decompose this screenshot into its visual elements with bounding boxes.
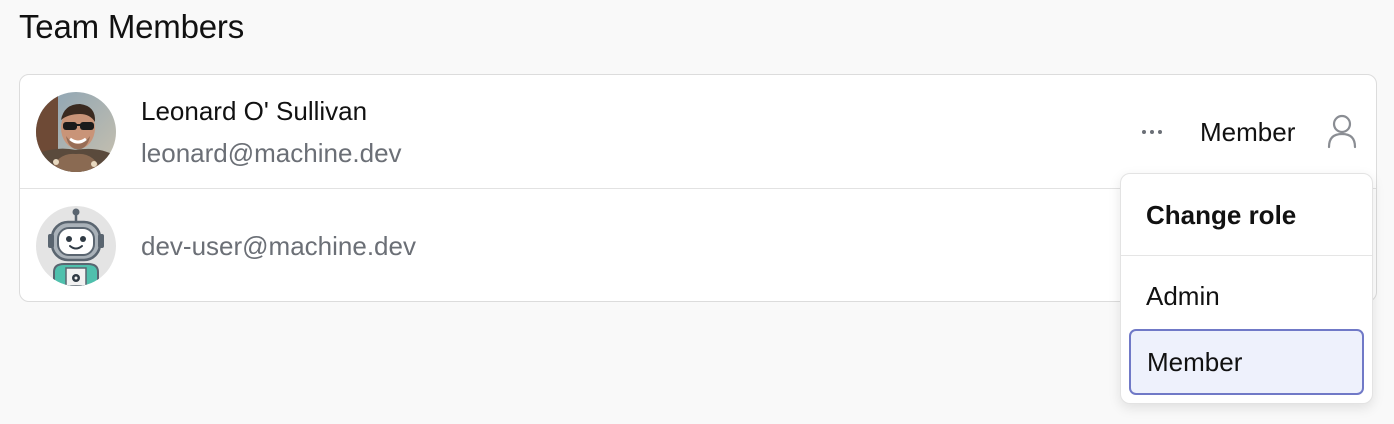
avatar: [36, 92, 116, 172]
robot-avatar-icon: [36, 206, 116, 286]
ellipsis-icon: [1150, 130, 1154, 134]
more-options-button[interactable]: [1132, 117, 1172, 147]
member-row: Leonard O' Sullivan leonard@machine.dev …: [20, 75, 1376, 189]
photo-avatar-icon: [36, 92, 116, 172]
ellipsis-icon: [1158, 130, 1162, 134]
member-email: leonard@machine.dev: [141, 138, 402, 168]
avatar: [36, 206, 116, 286]
page-title: Team Members: [19, 8, 244, 45]
member-email: dev-user@machine.dev: [141, 231, 416, 261]
team-members-page: Team Members Leonard O' Sullivan leonard…: [0, 0, 1394, 424]
role-option-member[interactable]: Member: [1129, 329, 1364, 395]
menu-title: Change role: [1146, 200, 1297, 230]
ellipsis-icon: [1142, 130, 1146, 134]
role-option-admin[interactable]: Admin: [1129, 263, 1364, 329]
user-icon[interactable]: [1325, 113, 1359, 149]
menu-header: Change role: [1121, 174, 1372, 256]
member-name: Leonard O' Sullivan: [141, 96, 368, 126]
role-label[interactable]: Member: [1200, 117, 1295, 148]
role-option-label: Admin: [1146, 281, 1220, 311]
change-role-menu: Change role Admin Member: [1120, 173, 1373, 404]
role-option-label: Member: [1147, 347, 1243, 377]
